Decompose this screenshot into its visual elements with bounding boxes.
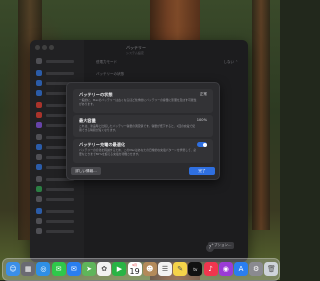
dock-glyph: ✎ xyxy=(177,265,184,273)
facetime-icon[interactable]: ▶ xyxy=(112,262,127,276)
maps-icon[interactable]: ➤ xyxy=(82,262,96,276)
battery-condition-description: 一般的に、Macのバッテリーは古くなるほど化学的にバッテリーの容量に影響を及ぼす… xyxy=(79,98,197,106)
dock-glyph: ⚙ xyxy=(253,265,260,273)
dock-glyph: ☰ xyxy=(161,265,169,273)
notes-icon[interactable]: ✎ xyxy=(173,262,188,276)
learn-more-button[interactable]: 詳しい情報… xyxy=(71,167,101,175)
podcasts-icon[interactable]: ◉ xyxy=(218,262,233,276)
dock-glyph: 🗑 xyxy=(266,265,276,273)
dock-glyph: ▶ xyxy=(116,265,123,273)
reminders-icon[interactable]: ☰ xyxy=(158,262,172,276)
tv-label: tv xyxy=(193,266,198,272)
photos-icon[interactable]: ✿ xyxy=(97,262,112,276)
calendar-icon[interactable]: 9月 19 xyxy=(127,262,142,276)
dock-glyph: ◉ xyxy=(222,265,229,273)
battery-health-sheet: バッテリーの状態 正常 一般的に、Macのバッテリーは古くなるほど化学的にバッテ… xyxy=(66,82,220,180)
dock-glyph: ➤ xyxy=(86,265,92,273)
launchpad-icon[interactable]: ▦ xyxy=(21,262,36,276)
messages-icon[interactable]: ✉ xyxy=(51,262,66,276)
wallpaper-tree xyxy=(252,0,270,230)
mail-icon[interactable]: ✉ xyxy=(66,262,81,276)
dock-glyph: ☻ xyxy=(146,265,154,273)
optimized-charging-description: バッテリーの劣化を軽減するため、このMacはあなたの日常的な充電パターンを学習し… xyxy=(79,148,197,156)
dock-glyph: ◎ xyxy=(40,265,47,273)
music-icon[interactable]: ♪ xyxy=(203,262,218,276)
trash-icon[interactable]: 🗑 xyxy=(264,262,279,276)
dock-glyph: ☺ xyxy=(9,265,17,273)
dock: ☺ ▦ ◎ ✉ ✉ ➤ ✿ ▶ 9月 19 ☻ ☰ ✎ tv ♪ ◉ A ⚙ 🗑 xyxy=(2,258,280,281)
finder-icon[interactable]: ☺ xyxy=(6,262,20,276)
dock-glyph: ✉ xyxy=(70,265,77,273)
battery-condition-value: 正常 xyxy=(199,92,207,96)
contacts-icon[interactable]: ☻ xyxy=(142,262,157,276)
safari-icon[interactable]: ◎ xyxy=(36,262,51,276)
done-button[interactable]: 完了 xyxy=(189,167,215,175)
toggle-knob xyxy=(202,142,207,147)
maximum-capacity-value: 100% xyxy=(196,118,207,122)
dock-glyph: ✉ xyxy=(55,265,62,273)
dock-glyph: ▦ xyxy=(24,265,32,273)
maximum-capacity-card: 最大容量 100% これは、新品時と比較したバッテリー容量の測定値です。容量が低… xyxy=(73,115,213,137)
appstore-icon[interactable]: A xyxy=(234,262,248,276)
optimized-charging-toggle[interactable] xyxy=(197,142,207,147)
battery-condition-card: バッテリーの状態 正常 一般的に、Macのバッテリーは古くなるほど化学的にバッテ… xyxy=(73,89,213,113)
dock-glyph: ✿ xyxy=(101,265,108,273)
optimized-charging-card: バッテリー充電の最適化 バッテリーの劣化を軽減するため、このMacはあなたの日常… xyxy=(73,139,213,163)
tv-icon[interactable]: tv xyxy=(188,262,203,276)
maximum-capacity-description: これは、新品時と比較したバッテリー容量の測定値です。容量が低下すると、1回の充電… xyxy=(79,124,196,132)
dock-glyph: ♪ xyxy=(208,265,213,273)
settings-icon[interactable]: ⚙ xyxy=(249,262,264,276)
calendar-day-label: 19 xyxy=(129,266,140,276)
dock-glyph: A xyxy=(238,265,244,273)
help-button[interactable]: ? xyxy=(206,244,214,252)
